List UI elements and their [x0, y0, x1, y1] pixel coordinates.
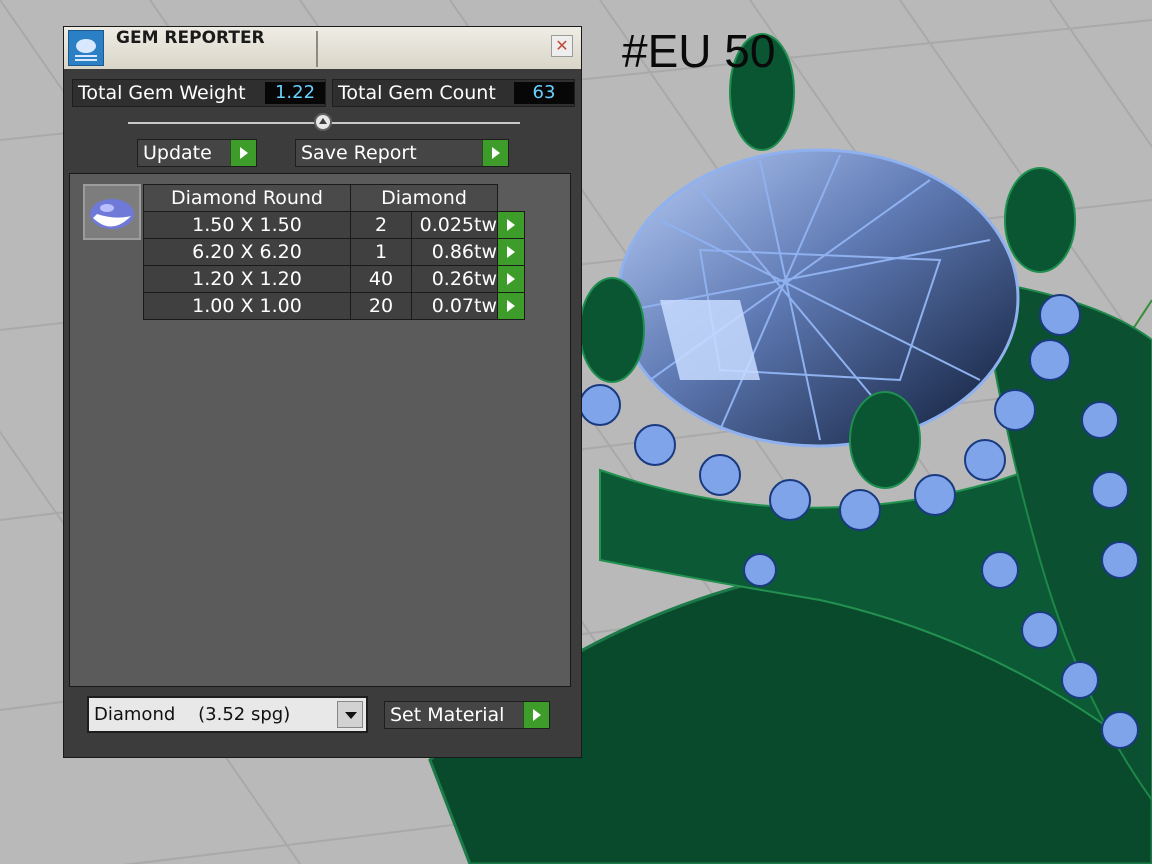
- total-gem-weight-label: Total Gem Weight: [78, 82, 246, 104]
- total-gem-count-label: Total Gem Count: [338, 82, 496, 104]
- material-select-value: Diamond (3.52 spg): [94, 704, 291, 725]
- total-gem-weight-value: 1.22: [265, 82, 325, 104]
- table-row[interactable]: 1.50 X 1.50 2 0.025tw: [143, 211, 525, 239]
- close-x-icon[interactable]: ✕: [551, 35, 573, 57]
- model-label: #EU 50: [622, 25, 776, 77]
- play-arrow-icon: [230, 140, 256, 166]
- gem-weight-cell: 0.86tw: [411, 238, 498, 266]
- total-gem-count-value: 63: [514, 82, 574, 104]
- gem-icon[interactable]: [83, 184, 141, 240]
- gem-weight-cell: 0.025tw: [411, 211, 498, 239]
- table-header-row: Diamond Round Diamond: [143, 184, 525, 212]
- save-report-label: Save Report: [301, 142, 417, 164]
- chevron-down-icon[interactable]: [337, 701, 363, 728]
- gem-size-cell: 1.00 X 1.00: [143, 292, 351, 320]
- update-button[interactable]: Update: [137, 139, 257, 167]
- update-label: Update: [143, 142, 212, 164]
- dialog-title: GEM REPORTER: [116, 28, 265, 48]
- gem-weight-cell: 0.07tw: [411, 292, 498, 320]
- set-material-label: Set Material: [390, 704, 505, 726]
- gem-size-cell: 1.50 X 1.50: [143, 211, 351, 239]
- gem-size-cell: 1.20 X 1.20: [143, 265, 351, 293]
- header-spacer: [497, 184, 525, 212]
- total-gem-weight-field: Total Gem Weight 1.22: [72, 79, 326, 107]
- gem-count-cell: 40: [350, 265, 412, 293]
- gem-count-cell: 20: [350, 292, 412, 320]
- gem-size-cell: 6.20 X 6.20: [143, 238, 351, 266]
- save-report-button[interactable]: Save Report: [295, 139, 509, 167]
- table-row[interactable]: 1.20 X 1.20 40 0.26tw: [143, 265, 525, 293]
- gem-weight-cell: 0.26tw: [411, 265, 498, 293]
- play-arrow-icon: [523, 702, 549, 728]
- select-row-arrow-icon[interactable]: [497, 211, 525, 239]
- title-divider: [316, 31, 318, 67]
- table-row[interactable]: 6.20 X 6.20 1 0.86tw: [143, 238, 525, 266]
- play-arrow-icon: [482, 140, 508, 166]
- gem-reporter-dialog: GEM REPORTER ✕ Total Gem Weight 1.22 Tot…: [63, 26, 582, 758]
- header-material: Diamond: [350, 184, 498, 212]
- select-row-arrow-icon[interactable]: [497, 265, 525, 293]
- total-gem-count-field: Total Gem Count 63: [332, 79, 575, 107]
- gem-count-cell: 2: [350, 211, 412, 239]
- header-cut: Diamond Round: [143, 184, 351, 212]
- gem-table: Diamond Round Diamond 1.50 X 1.50 2 0.02…: [143, 184, 525, 320]
- table-row[interactable]: 1.00 X 1.00 20 0.07tw: [143, 292, 525, 320]
- set-material-button[interactable]: Set Material: [384, 701, 550, 729]
- size-slider-thumb[interactable]: [314, 113, 332, 131]
- gem-list-panel: Diamond Round Diamond 1.50 X 1.50 2 0.02…: [69, 173, 571, 687]
- title-bar[interactable]: GEM REPORTER ✕: [64, 27, 581, 69]
- select-row-arrow-icon[interactable]: [497, 238, 525, 266]
- gem-reporter-app-icon: [68, 30, 104, 66]
- select-row-arrow-icon[interactable]: [497, 292, 525, 320]
- gem-count-cell: 1: [350, 238, 412, 266]
- material-select[interactable]: Diamond (3.52 spg): [87, 696, 368, 733]
